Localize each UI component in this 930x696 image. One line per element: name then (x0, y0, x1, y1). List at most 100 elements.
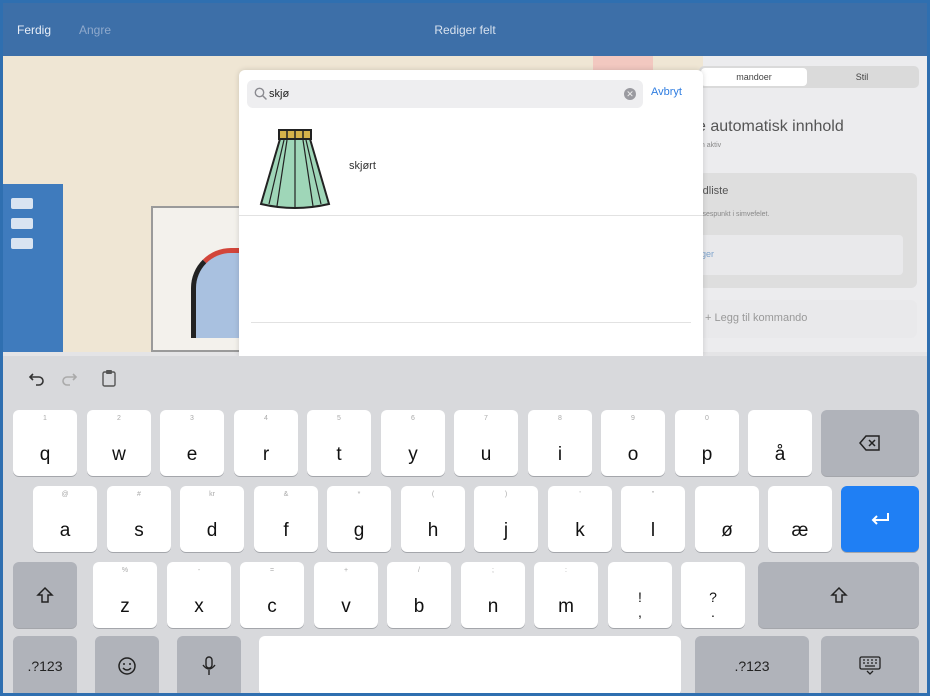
key-j[interactable]: ) j (474, 486, 538, 552)
key-label: j (503, 520, 509, 541)
numbers-key-right[interactable]: .?123 (695, 636, 809, 693)
key-hint: @ (61, 491, 69, 498)
key-l[interactable]: " l (621, 486, 685, 552)
key-s[interactable]: # s (107, 486, 171, 552)
emoji-icon (95, 636, 159, 693)
key-p[interactable]: 0p (675, 410, 739, 476)
key-label: p (701, 444, 713, 465)
undo-icon[interactable] (27, 368, 47, 388)
key-w[interactable]: 2w (87, 410, 151, 476)
key-v[interactable]: + v (314, 562, 378, 628)
key-æ[interactable]: æ (768, 486, 832, 552)
word-list-card: rdliste Ilsespunkt i simvefelet. ger (699, 173, 917, 288)
key-label: n (487, 596, 499, 617)
key-r[interactable]: 4r (234, 410, 298, 476)
key-hint: 5 (337, 415, 341, 422)
return-key[interactable] (841, 486, 919, 552)
key-label: w (112, 444, 126, 465)
key-o[interactable]: 9o (601, 410, 665, 476)
key-hint: : (565, 567, 567, 574)
paste-icon[interactable] (99, 368, 119, 388)
key-y[interactable]: 6y (381, 410, 445, 476)
key-hint: 9 (631, 415, 635, 422)
key-hint: 6 (411, 415, 415, 422)
key-label: z (120, 596, 130, 617)
panel-bar (11, 238, 33, 249)
key-label: r (262, 444, 270, 465)
cancel-button[interactable]: Avbryt (651, 86, 682, 98)
key-label: g (353, 520, 365, 541)
key-label: æ (791, 520, 809, 541)
key-label: i (557, 444, 563, 465)
key-hint: - (197, 567, 201, 574)
backspace-key[interactable] (821, 410, 919, 476)
key-label: a (59, 520, 71, 541)
search-icon (254, 87, 267, 100)
key-label: å (774, 444, 786, 465)
dictation-key[interactable] (177, 636, 241, 693)
key-label: h (427, 520, 439, 541)
add-command-button[interactable]: + Legg til kommando (699, 300, 917, 338)
key-label: m (558, 596, 574, 617)
key-hint: ( (431, 491, 435, 498)
key-hint: ' (579, 491, 581, 498)
key-label: x (194, 596, 204, 617)
key-g[interactable]: * g (327, 486, 391, 552)
redo-icon[interactable] (59, 368, 79, 388)
tab-commands[interactable]: mandoer (701, 68, 807, 86)
card-subtitle: Ilsespunkt i simvefelet. (699, 211, 770, 218)
key-hint: ) (504, 491, 508, 498)
key-label: b (413, 596, 425, 617)
key-hint: 4 (264, 415, 268, 422)
key-label: d (206, 520, 218, 541)
shift-key-left[interactable] (13, 562, 77, 628)
key-z[interactable]: % z (93, 562, 157, 628)
page-title: Rediger felt (434, 23, 496, 37)
shift-icon (758, 562, 919, 628)
key-!-,[interactable]: ! , (608, 562, 672, 628)
key-label: f (283, 520, 289, 541)
clear-search-icon[interactable]: ✕ (624, 88, 636, 100)
key-ø[interactable]: ø (695, 486, 759, 552)
key-q[interactable]: 1q (13, 410, 77, 476)
key-a[interactable]: @ a (33, 486, 97, 552)
key-m[interactable]: :m (534, 562, 598, 628)
key-c[interactable]: = c (240, 562, 304, 628)
key-k[interactable]: ' k (548, 486, 612, 552)
key-?-.[interactable]: ? . (681, 562, 745, 628)
key-d[interactable]: kr d (180, 486, 244, 552)
keyboard-shortcut-bar (3, 356, 927, 402)
key-n[interactable]: ; n (461, 562, 525, 628)
search-field: ✕ (247, 80, 643, 108)
key-label: v (341, 596, 351, 617)
tab-style[interactable]: Stil (809, 68, 915, 86)
key-hint: 2 (117, 415, 121, 422)
emoji-key[interactable] (95, 636, 159, 693)
key-e[interactable]: 3e (160, 410, 224, 476)
key-t[interactable]: 5t (307, 410, 371, 476)
key-hint: & (283, 491, 289, 498)
key-hint: 1 (43, 415, 47, 422)
key-å[interactable]: å (748, 410, 812, 476)
key-hint: / (418, 567, 420, 574)
hide-keyboard-key[interactable] (821, 636, 919, 693)
key-label: o (627, 444, 639, 465)
search-result-row[interactable]: skjørt (239, 118, 703, 216)
key-f[interactable]: & f (254, 486, 318, 552)
top-navigation-bar: Ferdig Angre Rediger felt (3, 3, 927, 56)
key-i[interactable]: 8i (528, 410, 592, 476)
search-input[interactable] (269, 85, 609, 103)
space-bar[interactable] (259, 636, 681, 693)
shift-key-right[interactable] (758, 562, 919, 628)
card-title: rdliste (699, 185, 729, 197)
key-x[interactable]: -x (167, 562, 231, 628)
key-b[interactable]: / b (387, 562, 451, 628)
shift-icon (13, 562, 77, 628)
key-u[interactable]: 7u (454, 410, 518, 476)
key-h[interactable]: (h (401, 486, 465, 552)
numbers-key-left[interactable]: .?123 (13, 636, 77, 693)
numbers-key-label: .?123 (27, 658, 63, 674)
card-inner-field[interactable]: ger (699, 235, 903, 275)
key-label: l (650, 520, 656, 541)
key-hint: ; (492, 567, 494, 574)
